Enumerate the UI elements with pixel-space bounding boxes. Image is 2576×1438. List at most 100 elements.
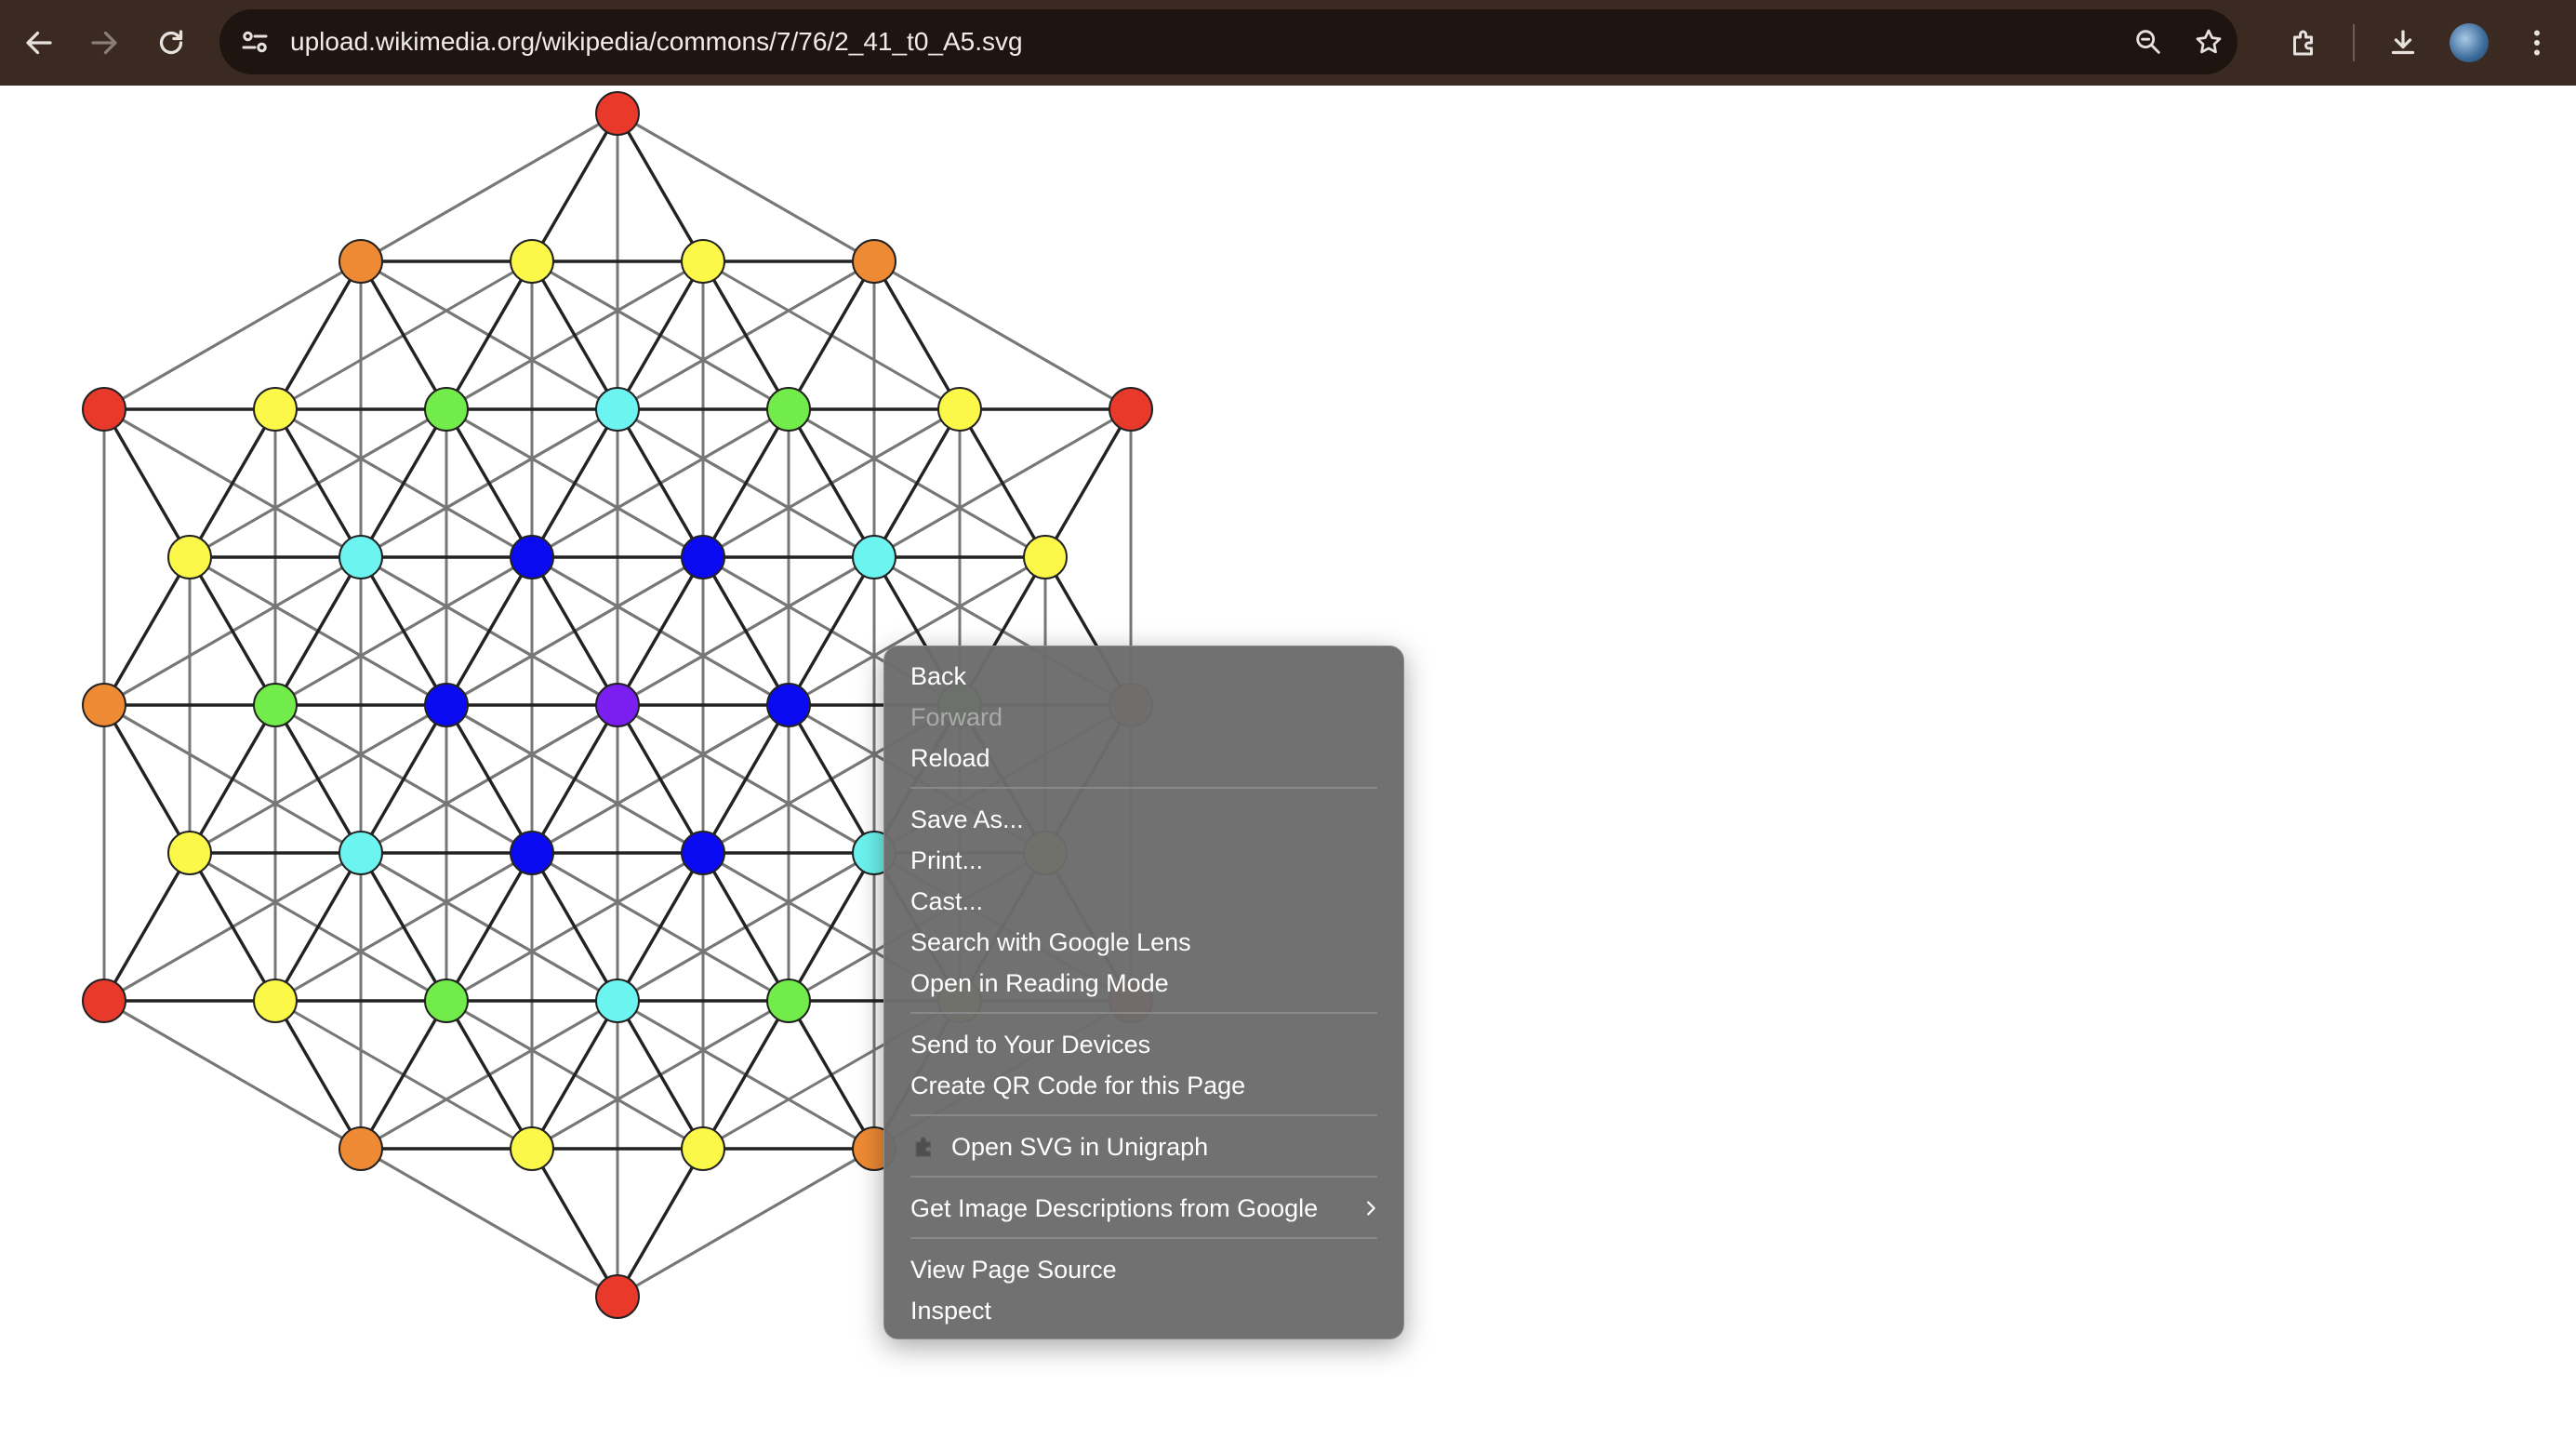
graph-edge	[188, 556, 277, 706]
graph-edge	[616, 408, 705, 558]
menu-item-reload[interactable]: Reload	[910, 738, 990, 779]
avatar[interactable]	[2450, 23, 2489, 62]
graph-edge	[701, 408, 790, 558]
graph-edge	[617, 1147, 875, 1298]
graph-node	[595, 683, 640, 727]
graph-edge	[701, 260, 790, 410]
menu-item-qr-code[interactable]: Create QR Code for this Page	[910, 1065, 1245, 1106]
graph-edge	[188, 852, 277, 1002]
zoom-button[interactable]	[2129, 22, 2168, 61]
menu-item-inspect[interactable]: Inspect	[910, 1290, 991, 1331]
graph-edge	[359, 408, 448, 558]
graph-node	[167, 535, 212, 579]
reload-icon	[159, 30, 183, 55]
graph-node	[510, 831, 554, 875]
graph-node	[852, 239, 896, 284]
graph-edge	[188, 408, 277, 558]
menu-item-image-descriptions[interactable]: Get Image Descriptions from Google	[910, 1188, 1318, 1229]
zoom-icon	[2136, 30, 2160, 54]
forward-icon	[91, 31, 117, 55]
graph-edge	[102, 408, 192, 558]
graph-node	[339, 535, 383, 579]
back-button[interactable]	[13, 17, 65, 69]
graph-edge	[530, 1148, 619, 1298]
graph-node	[424, 979, 469, 1023]
reload-button[interactable]	[145, 17, 197, 69]
graph-edge	[616, 1148, 705, 1298]
graph-edge	[787, 1000, 876, 1150]
graph-edge	[530, 1000, 619, 1150]
graph-edge	[530, 556, 619, 706]
menu-item-save-as[interactable]: Save As...	[910, 799, 1024, 840]
graph-edge	[701, 704, 790, 854]
graph-node	[766, 683, 811, 727]
menu-separator	[910, 1114, 1377, 1116]
graph-node	[595, 1274, 640, 1319]
download-icon	[2391, 30, 2415, 55]
graph-node	[595, 979, 640, 1023]
graph-edge	[102, 556, 192, 706]
forward-button[interactable]	[78, 17, 130, 69]
menu-item-view-source[interactable]: View Page Source	[910, 1249, 1117, 1290]
graph-node	[424, 683, 469, 727]
graph-edge	[616, 113, 705, 262]
graph-edge	[445, 408, 534, 558]
graph-edge	[616, 1000, 705, 1150]
menu-item-back[interactable]: Back	[910, 656, 966, 697]
graph-node	[510, 1126, 554, 1171]
graph-node	[82, 387, 126, 432]
graph-edge	[273, 260, 363, 410]
site-info-icon[interactable]	[238, 25, 272, 59]
graph-edge	[701, 556, 790, 706]
menu-item-print[interactable]: Print...	[910, 840, 983, 881]
graph-edge	[787, 852, 876, 1002]
graph-edge	[616, 260, 705, 410]
menu-item-unigraph[interactable]: Open SVG in Unigraph	[951, 1126, 1208, 1167]
graph-edge	[787, 556, 876, 706]
downloads-button[interactable]	[2377, 17, 2429, 69]
more-icon	[2534, 30, 2540, 56]
url-text[interactable]: upload.wikimedia.org/wikipedia/commons/7…	[290, 9, 1023, 74]
graph-node	[82, 979, 126, 1023]
graph-edge	[530, 704, 619, 854]
graph-node	[852, 535, 896, 579]
graph-edge	[787, 408, 876, 558]
graph-node	[424, 387, 469, 432]
graph-edge	[188, 704, 277, 854]
graph-edge	[359, 260, 448, 410]
graph-edge	[359, 852, 448, 1002]
graph-node	[82, 683, 126, 727]
more-button[interactable]	[2511, 17, 2563, 69]
graph-edge	[1043, 408, 1133, 558]
graph-edge	[787, 704, 876, 854]
extensions-button[interactable]	[2278, 17, 2330, 69]
graph-edge	[958, 408, 1047, 558]
graph-edge	[616, 704, 705, 854]
graph-node	[167, 831, 212, 875]
menu-item-send-devices[interactable]: Send to Your Devices	[910, 1024, 1150, 1065]
graph-edge	[530, 408, 619, 558]
menu-item-search-lens[interactable]: Search with Google Lens	[910, 922, 1191, 963]
menu-item-reading-mode[interactable]: Open in Reading Mode	[910, 963, 1169, 1004]
graph-node	[253, 387, 298, 432]
menu-item-cast[interactable]: Cast...	[910, 881, 983, 922]
graph-node	[766, 979, 811, 1023]
graph-edge	[273, 852, 363, 1002]
graph-edge	[787, 260, 876, 410]
graph-node	[253, 979, 298, 1023]
graph-edge	[359, 704, 448, 854]
graph-edge	[359, 556, 448, 706]
chevron-right-icon	[1367, 1201, 1375, 1216]
graph-edge	[273, 408, 363, 558]
graph-node	[510, 239, 554, 284]
graph-edge	[872, 408, 962, 558]
address-bar[interactable]: upload.wikimedia.org/wikipedia/commons/7…	[219, 9, 2237, 74]
graph-edge	[359, 1000, 448, 1150]
graph-edge	[103, 260, 362, 411]
graph-node	[253, 683, 298, 727]
bookmark-button[interactable]	[2189, 22, 2228, 61]
graph-edge	[273, 556, 363, 706]
graph-node	[339, 831, 383, 875]
graph-node	[339, 1126, 383, 1171]
graph-edge	[445, 260, 534, 410]
